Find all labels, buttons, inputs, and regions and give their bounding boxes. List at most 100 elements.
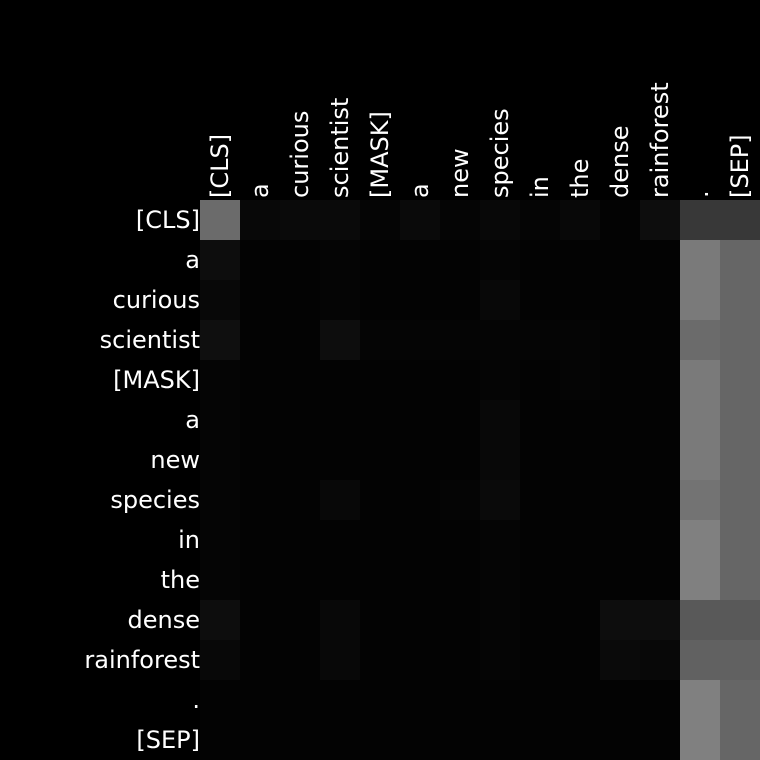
row-label-12: .: [192, 686, 200, 714]
heatmap-cell-r6-c10: [600, 440, 640, 480]
heatmap-cell-r8-c6: [440, 520, 480, 560]
heatmap-cell-r11-c8: [520, 640, 560, 680]
heatmap-cell-r4-c8: [520, 360, 560, 400]
heatmap-cell-r13-c12: [680, 720, 720, 760]
heatmap-cell-r13-c10: [600, 720, 640, 760]
heatmap-cell-r3-c4: [360, 320, 400, 360]
heatmap-cell-r5-c3: [320, 400, 360, 440]
heatmap-cell-r4-c2: [280, 360, 320, 400]
heatmap-cell-r2-c7: [480, 280, 520, 320]
heatmap-cell-r3-c0: [200, 320, 240, 360]
heatmap-cell-r13-c6: [440, 720, 480, 760]
heatmap-cell-r9-c3: [320, 560, 360, 600]
heatmap-cell-r6-c2: [280, 440, 320, 480]
heatmap-cell-r1-c1: [240, 240, 280, 280]
column-label-7: species: [486, 108, 514, 198]
heatmap-cell-r12-c0: [200, 680, 240, 720]
heatmap-cell-r8-c4: [360, 520, 400, 560]
heatmap-cell-r7-c6: [440, 480, 480, 520]
heatmap-cell-r10-c5: [400, 600, 440, 640]
heatmap-cell-r12-c7: [480, 680, 520, 720]
heatmap-cell-r8-c9: [560, 520, 600, 560]
heatmap-cell-r8-c10: [600, 520, 640, 560]
column-label-6: new: [446, 148, 474, 198]
heatmap-cell-r7-c12: [680, 480, 720, 520]
row-label-0: [CLS]: [136, 206, 200, 234]
heatmap-cell-r7-c0: [200, 480, 240, 520]
heatmap-cell-r0-c5: [400, 200, 440, 240]
heatmap-cell-r10-c2: [280, 600, 320, 640]
column-label-9: the: [566, 159, 594, 198]
heatmap-cell-r5-c10: [600, 400, 640, 440]
heatmap-cell-r2-c12: [680, 280, 720, 320]
heatmap-cell-r10-c8: [520, 600, 560, 640]
row-label-7: species: [110, 486, 200, 514]
heatmap-cell-r5-c0: [200, 400, 240, 440]
heatmap-cell-r9-c2: [280, 560, 320, 600]
heatmap-cell-r6-c5: [400, 440, 440, 480]
heatmap-cell-r13-c7: [480, 720, 520, 760]
heatmap-cell-r6-c6: [440, 440, 480, 480]
heatmap-cell-r2-c3: [320, 280, 360, 320]
heatmap-cell-r13-c0: [200, 720, 240, 760]
heatmap-cell-r9-c5: [400, 560, 440, 600]
heatmap-cell-r1-c6: [440, 240, 480, 280]
heatmap-cell-r9-c8: [520, 560, 560, 600]
heatmap-cell-r8-c8: [520, 520, 560, 560]
heatmap-cell-r9-c4: [360, 560, 400, 600]
heatmap-cell-r8-c2: [280, 520, 320, 560]
heatmap-cell-r0-c12: [680, 200, 720, 240]
heatmap-cell-r12-c4: [360, 680, 400, 720]
heatmap-cell-r7-c3: [320, 480, 360, 520]
heatmap-cell-r10-c7: [480, 600, 520, 640]
heatmap-cell-r5-c5: [400, 400, 440, 440]
heatmap-cell-r4-c1: [240, 360, 280, 400]
heatmap-cell-r2-c1: [240, 280, 280, 320]
heatmap-cell-r1-c0: [200, 240, 240, 280]
heatmap-cell-r13-c13: [720, 720, 760, 760]
heatmap-cell-r5-c7: [480, 400, 520, 440]
column-label-5: a: [406, 183, 434, 198]
heatmap-cell-r3-c1: [240, 320, 280, 360]
heatmap-cell-r0-c7: [480, 200, 520, 240]
row-label-10: dense: [128, 606, 200, 634]
heatmap-cell-r12-c8: [520, 680, 560, 720]
heatmap-cell-r9-c1: [240, 560, 280, 600]
heatmap-cell-r10-c6: [440, 600, 480, 640]
heatmap-cell-r11-c4: [360, 640, 400, 680]
row-label-4: [MASK]: [113, 366, 200, 394]
heatmap-cell-r10-c10: [600, 600, 640, 640]
heatmap-cell-r11-c11: [640, 640, 680, 680]
heatmap-cell-r9-c7: [480, 560, 520, 600]
heatmap-cell-r11-c7: [480, 640, 520, 680]
heatmap-cell-r8-c11: [640, 520, 680, 560]
row-label-3: scientist: [100, 326, 200, 354]
heatmap-cell-r7-c9: [560, 480, 600, 520]
heatmap-cell-r3-c6: [440, 320, 480, 360]
heatmap-cells: [200, 200, 760, 760]
heatmap-cell-r12-c3: [320, 680, 360, 720]
heatmap-cell-r3-c8: [520, 320, 560, 360]
heatmap-cell-r10-c12: [680, 600, 720, 640]
heatmap-cell-r7-c2: [280, 480, 320, 520]
heatmap-cell-r0-c2: [280, 200, 320, 240]
heatmap-cell-r13-c5: [400, 720, 440, 760]
heatmap-cell-r13-c8: [520, 720, 560, 760]
heatmap-cell-r6-c11: [640, 440, 680, 480]
heatmap-cell-r11-c3: [320, 640, 360, 680]
heatmap-cell-r0-c13: [720, 200, 760, 240]
heatmap-cell-r8-c1: [240, 520, 280, 560]
heatmap-cell-r6-c1: [240, 440, 280, 480]
heatmap-cell-r3-c12: [680, 320, 720, 360]
column-label-13: [SEP]: [726, 134, 754, 198]
row-label-6: new: [150, 446, 200, 474]
heatmap-cell-r5-c2: [280, 400, 320, 440]
heatmap-cell-r1-c12: [680, 240, 720, 280]
heatmap-cell-r2-c0: [200, 280, 240, 320]
heatmap-cell-r6-c12: [680, 440, 720, 480]
heatmap-cell-r7-c8: [520, 480, 560, 520]
column-label-0: [CLS]: [206, 134, 234, 198]
heatmap-cell-r7-c5: [400, 480, 440, 520]
heatmap-cell-r0-c9: [560, 200, 600, 240]
heatmap-cell-r7-c7: [480, 480, 520, 520]
